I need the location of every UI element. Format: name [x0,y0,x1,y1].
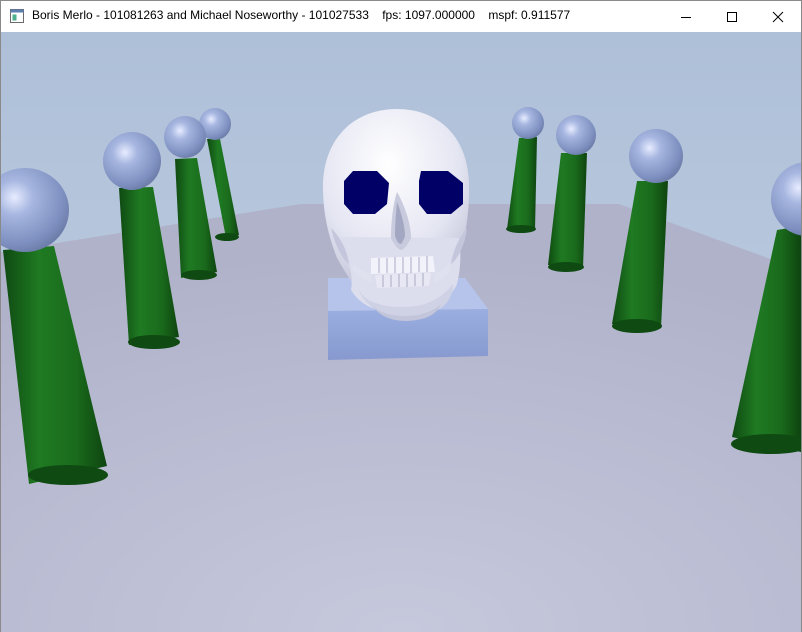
render-viewport[interactable] [1,32,801,632]
window-title-names: Boris Merlo - 101081263 and Michael Nose… [32,8,369,22]
fps-label: fps: [382,8,402,22]
minimize-button[interactable] [663,1,709,32]
mspf-value: 0.911577 [521,8,571,22]
close-icon [772,11,784,23]
window-title: Boris Merlo - 101081263 and Michael Nose… [32,8,570,22]
close-button[interactable] [755,1,801,32]
minimize-icon [681,17,691,18]
mspf-label: mspf: [488,8,518,22]
maximize-button[interactable] [709,1,755,32]
application-window: Boris Merlo - 101081263 and Michael Nose… [0,0,802,632]
scene-canvas [1,32,801,632]
fps-value: 1097.000000 [404,8,475,22]
application-window-icon [10,9,24,23]
maximize-icon [727,12,737,22]
title-bar[interactable]: Boris Merlo - 101081263 and Michael Nose… [1,1,801,32]
